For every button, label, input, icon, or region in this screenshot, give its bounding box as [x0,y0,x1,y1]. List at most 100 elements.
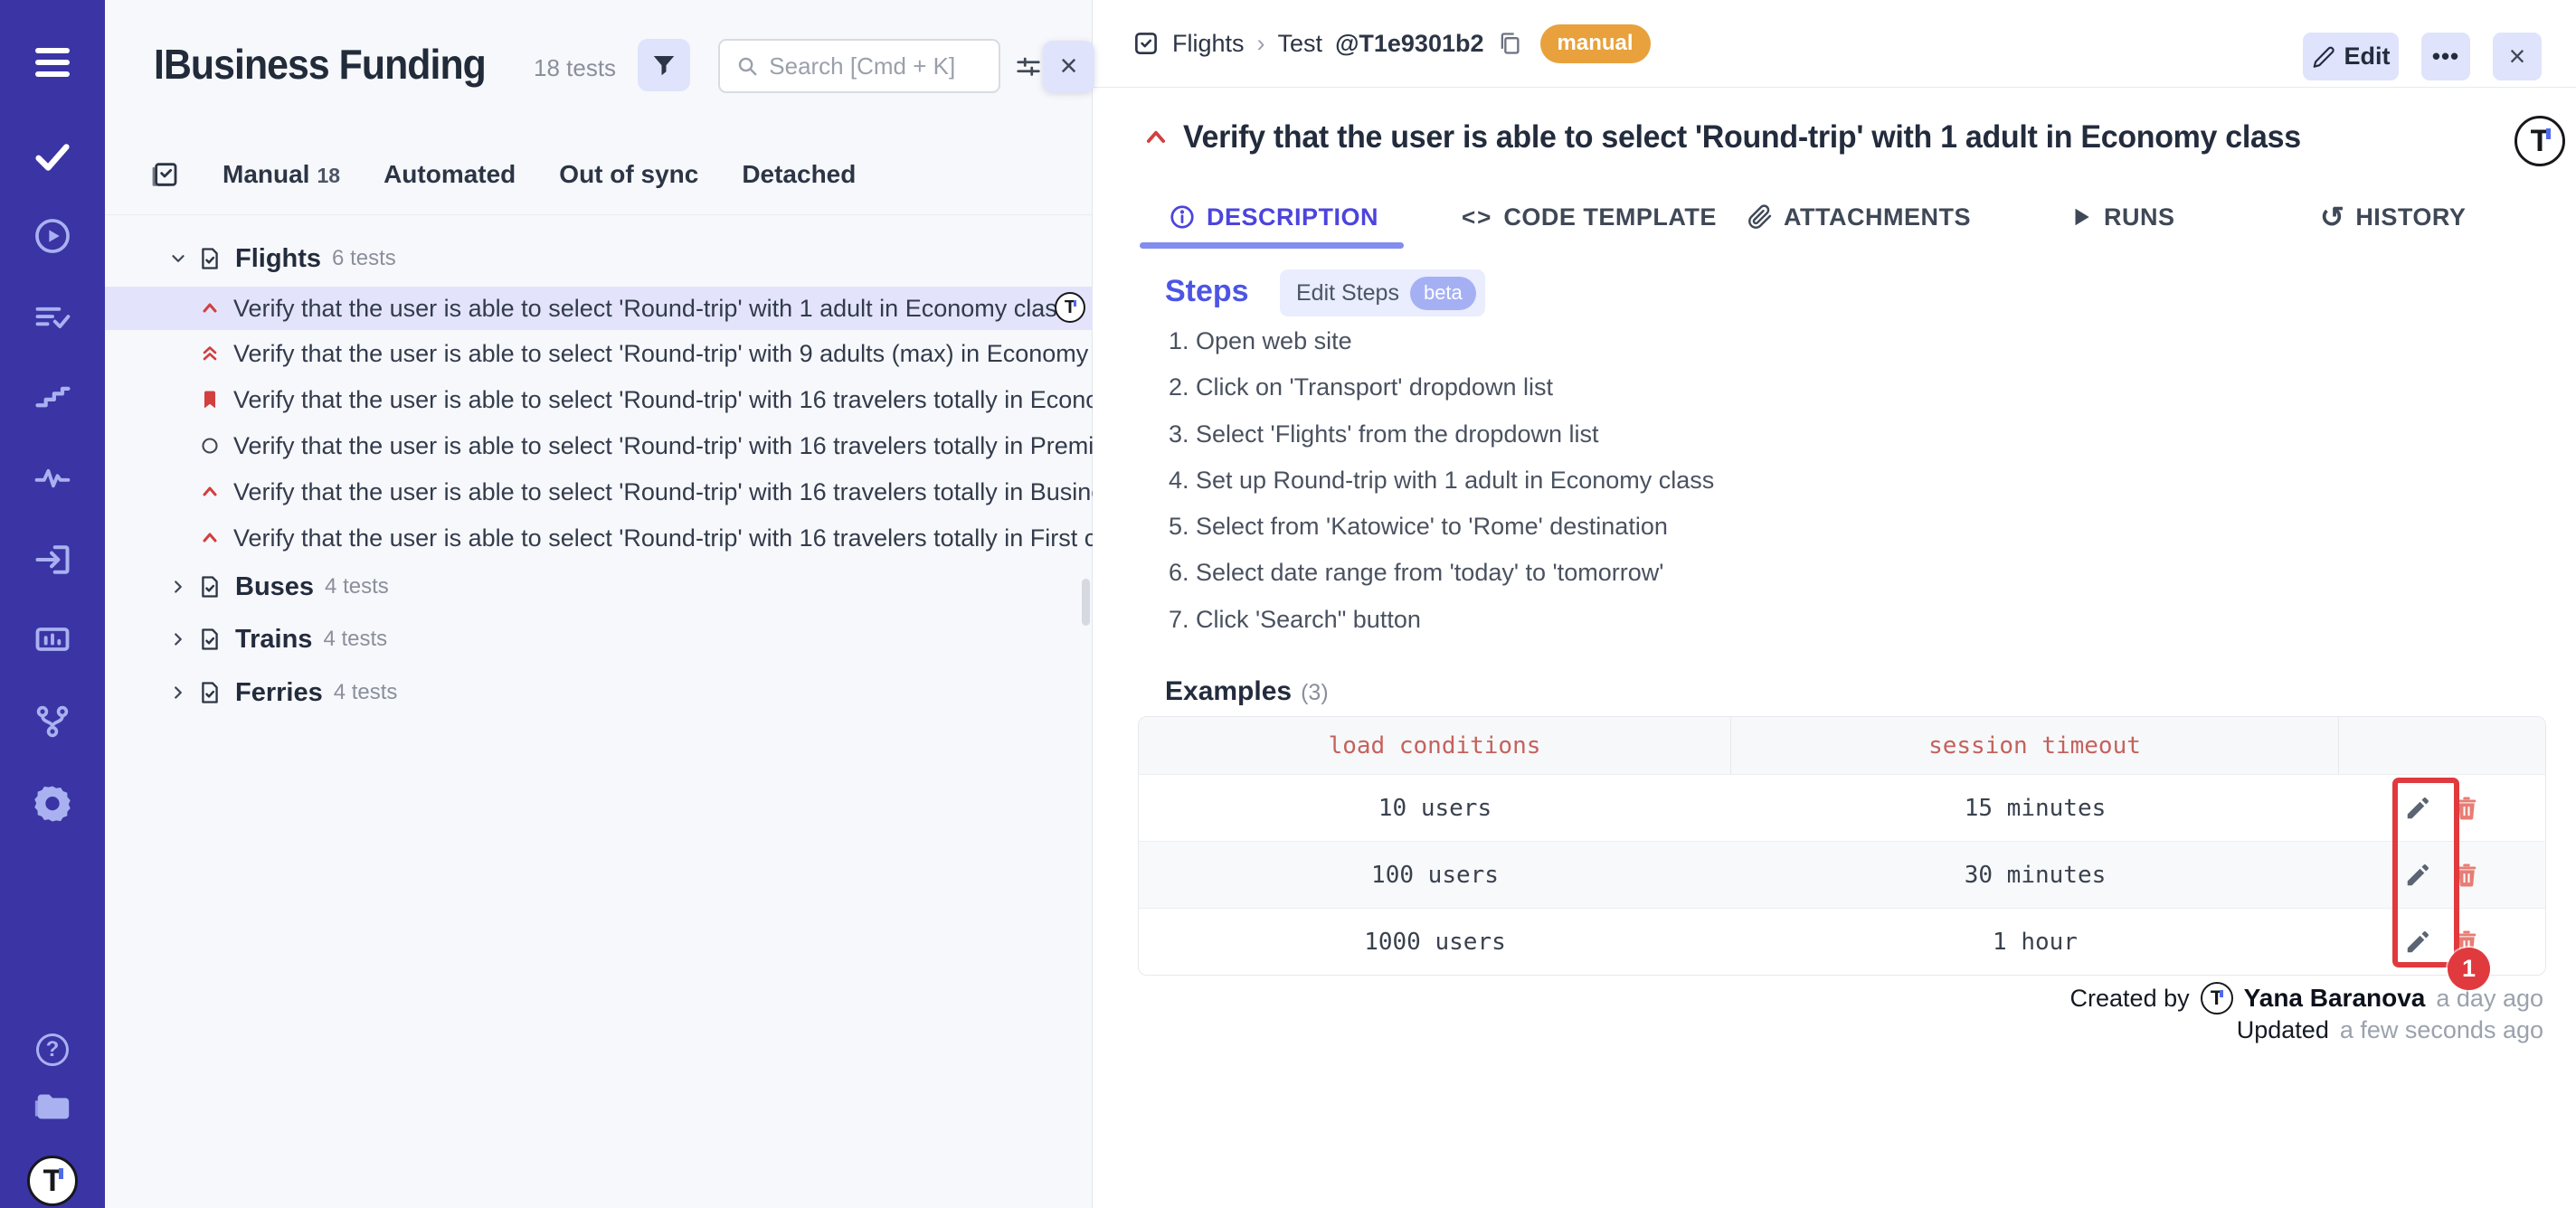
tab-runs[interactable]: RUNS [2069,199,2175,235]
adjustments-icon[interactable] [1015,54,1042,81]
tests-nav-check-icon[interactable] [0,132,105,181]
edit-row-button[interactable] [2402,860,2433,891]
copy-icon[interactable] [1497,31,1522,56]
pencil-icon [2404,795,2431,822]
trash-icon [2453,862,2480,889]
code-icon: <> [1462,203,1492,231]
app-sidebar: ? T [0,0,105,1208]
branches-git-icon[interactable] [0,697,105,746]
pencil-icon [2404,929,2431,956]
chevron-down-icon[interactable] [168,249,188,269]
step-item: Set up Round-trip with 1 adult in Econom… [1196,467,1714,513]
funnel-icon [650,52,677,79]
trash-icon [2453,795,2480,822]
folder-name: Buses [235,572,314,602]
settings-gear-icon[interactable] [0,779,105,828]
test-row[interactable]: Verify that the user is able to select '… [105,470,1093,514]
search-input[interactable] [769,52,982,80]
steps-heading: Steps [1165,274,1249,309]
annotation-badge: 1 [2448,948,2490,990]
help-icon[interactable]: ? [0,1025,105,1074]
import-sign-in-icon[interactable] [0,535,105,584]
scrollbar-thumb[interactable] [1082,579,1090,626]
filter-button[interactable] [638,39,690,91]
priority-normal-circle-icon [199,435,223,457]
step-item: Select from 'Katowice' to 'Rome' destina… [1196,513,1714,559]
folder-row-trains[interactable]: Trains 4 tests [105,618,1093,661]
folder-name: Trains [235,625,312,655]
panel-close-button[interactable]: × [1043,41,1094,92]
tab-history-label: HISTORY [2355,203,2466,231]
tab-out-of-sync[interactable]: Out of sync [559,160,698,189]
project-title: IBusiness Funding [154,40,486,89]
test-row[interactable]: Verify that the user is able to select '… [105,424,1093,467]
step-item: Select date range from 'today' to 'tomor… [1196,559,1714,605]
table-cell: 30 minutes [1731,842,2339,908]
checklist-icon[interactable] [150,160,179,189]
folder-row-flights[interactable]: Flights 6 tests [105,237,1093,280]
delete-row-button[interactable] [2451,793,2482,824]
tab-history[interactable]: ↺ HISTORY [2320,199,2466,235]
table-cell: 1 hour [1731,909,2339,975]
tab-out-of-sync-label: Out of sync [559,160,698,189]
tab-attachments[interactable]: ATTACHMENTS [1747,199,1971,235]
beta-badge: beta [1410,277,1476,310]
chevron-right-icon[interactable] [168,629,188,649]
analytics-pulse-icon[interactable] [0,454,105,503]
breadcrumb-folder[interactable]: Flights [1172,30,1245,58]
tab-attachments-label: ATTACHMENTS [1784,203,1971,231]
search-box[interactable] [718,39,1000,93]
close-detail-button[interactable]: × [2493,33,2542,80]
tab-code-template[interactable]: <> CODE TEMPLATE [1462,199,1717,235]
steps-stairs-icon[interactable] [0,373,105,422]
history-icon: ↺ [2320,203,2344,231]
test-title: Verify that the user is able to select '… [233,432,1093,460]
column-header: session timeout [1731,717,2339,774]
edit-steps-button[interactable]: Edit Steps beta [1280,269,1485,316]
folder-name: Flights [235,244,321,274]
active-tab-underline [1140,242,1404,249]
table-cell: 10 users [1139,775,1731,841]
test-row-selected[interactable]: Verify that the user is able to select '… [105,287,1093,330]
author-name: Yana Baranova [2244,984,2426,1013]
folder-count: 4 tests [325,574,389,599]
tab-detached[interactable]: Detached [742,160,856,189]
steps-list: Open web site Click on 'Transport' dropd… [1170,327,1714,652]
tab-automated[interactable]: Automated [384,160,516,189]
folder-row-ferries[interactable]: Ferries 4 tests [105,671,1093,714]
test-title: Verify that the user is able to select '… [233,340,1093,368]
test-title: Verify that the user is able to select '… [233,386,1093,414]
chevron-right-icon[interactable] [168,683,188,703]
test-row[interactable]: Verify that the user is able to select '… [105,516,1093,560]
test-detail-panel: Flights › Test @T1e9301b2 manual Edit ••… [1093,0,2576,1208]
author-avatar: T [2201,982,2233,1015]
tab-manual-label: Manual [223,160,309,189]
table-row: 10 users 15 minutes [1139,774,2545,841]
edit-row-button[interactable] [2402,793,2433,824]
runs-play-circle-icon[interactable] [0,212,105,260]
examples-header-row: load conditions session timeout [1139,717,2545,774]
bookmark-icon [199,389,223,411]
reports-chart-icon[interactable] [0,615,105,664]
hamburger-icon [35,48,70,77]
examples-count: (3) [1301,680,1329,706]
chevron-right-icon[interactable] [168,577,188,597]
test-row[interactable]: Verify that the user is able to select '… [105,378,1093,421]
test-title: Verify that the user is able to select '… [233,478,1093,506]
edit-steps-label: Edit Steps [1296,280,1399,307]
edit-button[interactable]: Edit [2303,33,2399,80]
menu-icon[interactable] [0,42,105,83]
tab-manual[interactable]: Manual 18 [223,160,340,189]
test-plans-icon[interactable] [0,293,105,342]
edit-row-button[interactable] [2402,927,2433,958]
tab-description[interactable]: DESCRIPTION [1169,199,1378,235]
folder-row-buses[interactable]: Buses 4 tests [105,565,1093,609]
folder-count: 6 tests [332,246,396,271]
test-row[interactable]: Verify that the user is able to select '… [105,332,1093,375]
more-options-button[interactable]: ••• [2421,33,2470,80]
folder-count: 4 tests [334,680,398,705]
tab-manual-count: 18 [317,164,340,188]
delete-row-button[interactable] [2451,860,2482,891]
projects-folder-icon[interactable] [0,1081,105,1130]
testomat-logo[interactable]: T [0,1156,105,1206]
